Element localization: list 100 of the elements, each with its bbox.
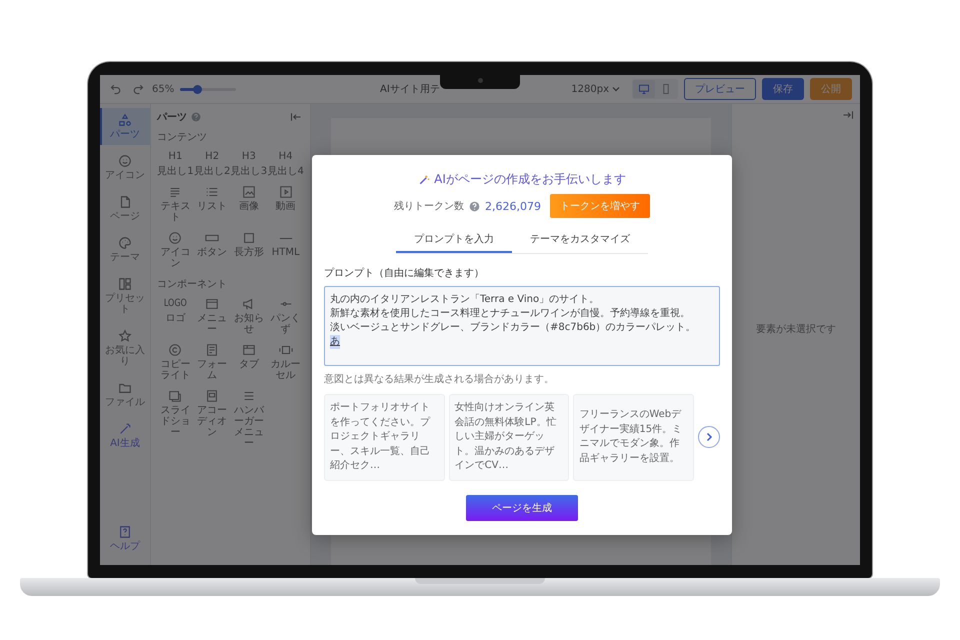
- width-dropdown[interactable]: 1280px: [565, 82, 626, 96]
- part-item[interactable]: H2 見出し2: [194, 148, 230, 179]
- disclaimer-text: 意図とは異なる結果が生成される場合があります。: [324, 372, 554, 386]
- document-icon: [118, 195, 132, 209]
- sidebar-item[interactable]: ヘルプ: [100, 520, 150, 557]
- paragraph-icon: [168, 185, 182, 199]
- sidebar-item[interactable]: パーツ: [100, 108, 150, 145]
- glyph-icon: H4: [278, 150, 293, 164]
- prompt-text-line: 新鮮な素材を使用したコース料理とナチュールワインが自慢。予約導線を重視。: [330, 307, 690, 321]
- part-item[interactable]: カルーセル: [267, 341, 304, 383]
- desktop-view-button[interactable]: [633, 80, 655, 98]
- list-icon: [205, 185, 220, 199]
- folder-icon: [118, 381, 132, 395]
- sidebar-item[interactable]: テーマ: [100, 231, 150, 268]
- suggestion-card[interactable]: ポートフォリオサイトを作ってください。プロジェクトギャラリー、スキル一覧、自己紹介セク…: [324, 394, 445, 480]
- zoom-percent: 65%: [152, 84, 174, 94]
- part-item[interactable]: スライドショー: [157, 387, 194, 451]
- part-item[interactable]: 動画: [267, 183, 304, 225]
- smiley-icon: [118, 154, 132, 168]
- prompt-text-line: 丸の内のイタリアンレストラン「Terra e Vino」のサイト。: [330, 293, 600, 307]
- part-item[interactable]: ハンバーガーメニュー: [230, 387, 268, 451]
- part-item[interactable]: お知らせ: [230, 295, 268, 337]
- smiley-icon: [168, 231, 182, 245]
- add-tokens-button[interactable]: トークンを増やす: [550, 194, 650, 218]
- magic-wand-icon: [118, 422, 132, 436]
- rectangle-icon: [242, 231, 256, 245]
- star-icon: [118, 329, 132, 343]
- dialog-title: AIがページの作成をお手伝いします: [434, 171, 626, 188]
- shapes-icon: [118, 113, 132, 127]
- glyph-icon: LOGO: [164, 297, 187, 311]
- part-item[interactable]: H4 見出し4: [267, 148, 304, 179]
- token-count: 2,626,079: [485, 200, 541, 212]
- part-item[interactable]: H3 見出し3: [230, 148, 268, 179]
- part-item[interactable]: テキスト: [157, 183, 194, 225]
- preview-button[interactable]: プレビュー: [684, 78, 756, 100]
- chevron-down-icon: [612, 85, 620, 93]
- dialog-tab[interactable]: テーマをカスタマイズ: [512, 228, 648, 253]
- dash-line-icon: [278, 236, 293, 240]
- slideshow-icon: [168, 389, 182, 403]
- palette-icon: [118, 236, 132, 250]
- help-icon: [191, 112, 201, 122]
- magic-wand-icon: [418, 174, 430, 186]
- next-button[interactable]: [698, 426, 720, 448]
- token-label: 残りトークン数: [394, 200, 464, 213]
- publish-button[interactable]: 公開: [810, 78, 852, 100]
- sidebar-item[interactable]: お気に入り: [100, 324, 150, 372]
- section-title: コンテンツ: [157, 131, 208, 144]
- document-question-icon: [118, 525, 132, 539]
- sidebar-item[interactable]: ファイル: [100, 376, 150, 413]
- part-item[interactable]: コピーライト: [157, 341, 194, 383]
- part-item[interactable]: HTML: [267, 229, 304, 271]
- part-item[interactable]: LOGO ロゴ: [157, 295, 194, 337]
- part-item[interactable]: 長方形: [230, 229, 268, 271]
- generate-button[interactable]: ページを生成: [466, 494, 578, 520]
- sidebar-item[interactable]: AI生成: [100, 417, 150, 454]
- part-item[interactable]: アイコン: [157, 229, 194, 271]
- prompt-field[interactable]: 丸の内のイタリアンレストラン「Terra e Vino」のサイト。 新鮮な素材を使用したコース料理とナチュールワインが自慢。予約導線を重視。 淡いベージュとサンドグレー、ブランドカラー（#8c7b6b）のカラーパレット。 あ: [324, 286, 720, 366]
- part-item[interactable]: 画像: [230, 183, 268, 225]
- part-item[interactable]: アコーディオン: [194, 387, 230, 451]
- prompt-label: プロンプト（自由に編集できます）: [324, 266, 484, 280]
- image-icon: [242, 185, 256, 199]
- part-item[interactable]: リスト: [194, 183, 230, 225]
- zoom-slider[interactable]: [180, 88, 236, 90]
- glyph-icon: H2: [205, 150, 220, 164]
- part-item[interactable]: ボタン: [194, 229, 230, 271]
- glyph-icon: H3: [242, 150, 256, 164]
- empty-state-text: 要素が未選択です: [756, 322, 836, 336]
- glyph-icon: H1: [168, 150, 182, 164]
- help-icon: [469, 200, 480, 212]
- slider-thumb[interactable]: [193, 84, 202, 94]
- part-item[interactable]: フォーム: [194, 341, 230, 383]
- collapse-right-icon: [842, 110, 854, 120]
- save-button[interactable]: 保存: [762, 78, 804, 100]
- dialog-tab[interactable]: プロンプトを入力: [396, 228, 512, 253]
- tab-icon: [242, 343, 256, 357]
- section-title: コンポーネント: [157, 278, 228, 291]
- suggestion-card[interactable]: フリーランスのWebデザイナー実績15件。ミニマルでモダン象。作品ギャラリーを設置。: [573, 394, 694, 480]
- sidebar-item[interactable]: アイコン: [100, 149, 150, 186]
- part-item[interactable]: H1 見出し1: [157, 148, 194, 179]
- copyright-icon: [168, 343, 182, 357]
- accordion-icon: [205, 389, 220, 403]
- window-icon: [205, 297, 220, 311]
- part-item[interactable]: パンくず: [267, 295, 304, 337]
- carousel-icon: [278, 343, 293, 357]
- redo-icon: [132, 83, 144, 95]
- layout-icon: [118, 277, 132, 291]
- collapse-left-icon: [290, 112, 302, 122]
- undo-icon: [110, 83, 122, 95]
- form-icon: [205, 343, 220, 357]
- part-item[interactable]: メニュー: [194, 295, 230, 337]
- prompt-text-line: 淡いベージュとサンドグレー、ブランドカラー（#8c7b6b）のカラーパレット。: [330, 321, 696, 335]
- panel-title: パーツ: [157, 111, 187, 124]
- suggestion-card[interactable]: 女性向けオンライン英会話の無料体験LP。忙しい主婦がターゲット。温かみのあるデザインでCV…: [448, 394, 570, 480]
- hamburger-icon: [242, 389, 256, 403]
- sidebar-item[interactable]: プリセット: [100, 272, 150, 320]
- part-item[interactable]: タブ: [230, 341, 268, 383]
- document-title: AIサイト用テ: [380, 83, 440, 96]
- sidebar-item[interactable]: ページ: [100, 190, 150, 227]
- monitor-icon: [638, 83, 650, 95]
- video-icon: [278, 185, 293, 199]
